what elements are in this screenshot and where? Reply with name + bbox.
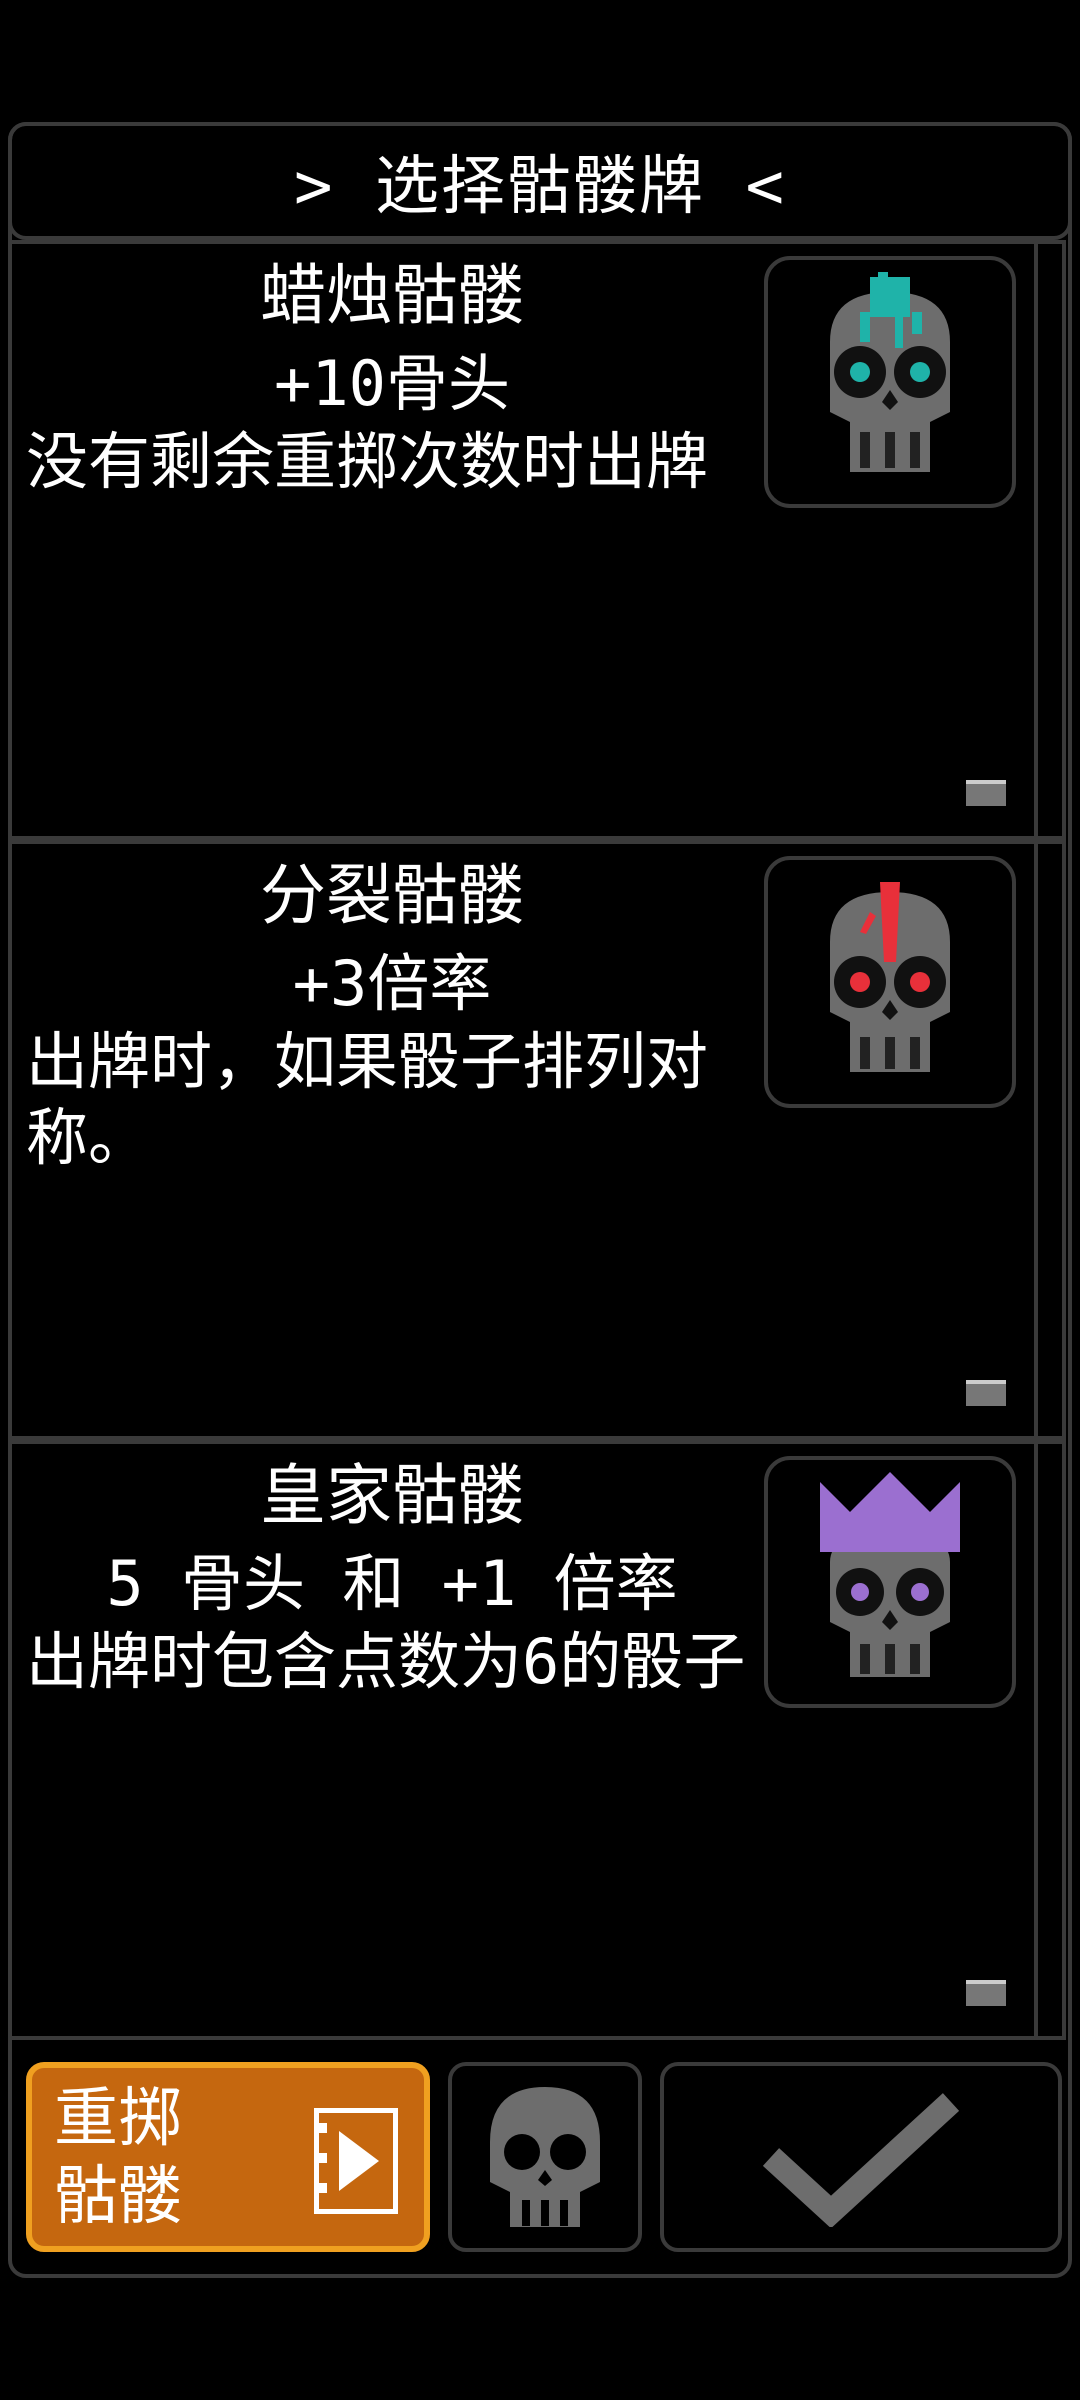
skull-card-split[interactable]: 分裂骷髅 +3倍率 出牌时，如果骰子排列对称。 (8, 840, 1038, 1440)
card-description: 出牌时包含点数为6的骰子 (26, 1625, 746, 1698)
card-rail (1038, 240, 1066, 840)
scroll-indicator (966, 1980, 1006, 2006)
confirm-button[interactable] (660, 2062, 1062, 2252)
skull-card-candle[interactable]: 蜡烛骷髅 +10骨头 没有剩余重掷次数时出牌 (8, 240, 1038, 840)
card-title: 分裂骷髅 (260, 857, 524, 934)
candle-skull-icon (764, 256, 1016, 508)
checkmark-icon (762, 2093, 960, 2227)
scroll-indicator (966, 780, 1006, 806)
page-title: > 选择骷髅牌 < (293, 150, 787, 224)
card-description: 出牌时，如果骰子排列对称。 (26, 1025, 709, 1174)
card-rail (1038, 1440, 1066, 2040)
card-rail (1038, 840, 1066, 1440)
reroll-label: 重掷 骷髅 (54, 2082, 182, 2234)
card-description: 没有剩余重掷次数时出牌 (26, 425, 709, 498)
video-ad-icon (314, 2108, 398, 2214)
action-bar: 重掷 骷髅 (8, 2040, 1072, 2278)
skull-collection-button[interactable] (448, 2062, 642, 2252)
reroll-skulls-button[interactable]: 重掷 骷髅 (26, 2062, 430, 2252)
card-effect: 5 骨头 和 +1 倍率 (106, 1547, 678, 1620)
skull-icon (490, 2087, 600, 2227)
card-effect: +10骨头 (274, 347, 510, 420)
skull-card-royal[interactable]: 皇家骷髅 5 骨头 和 +1 倍率 出牌时包含点数为6的骰子 (8, 1440, 1038, 2040)
royal-skull-icon (764, 1456, 1016, 1708)
panel-header: > 选择骷髅牌 < (8, 122, 1072, 240)
card-effect: +3倍率 (292, 947, 492, 1020)
split-skull-icon (764, 856, 1016, 1108)
card-title: 蜡烛骷髅 (260, 257, 524, 334)
scroll-indicator (966, 1380, 1006, 1406)
card-title: 皇家骷髅 (260, 1457, 524, 1534)
